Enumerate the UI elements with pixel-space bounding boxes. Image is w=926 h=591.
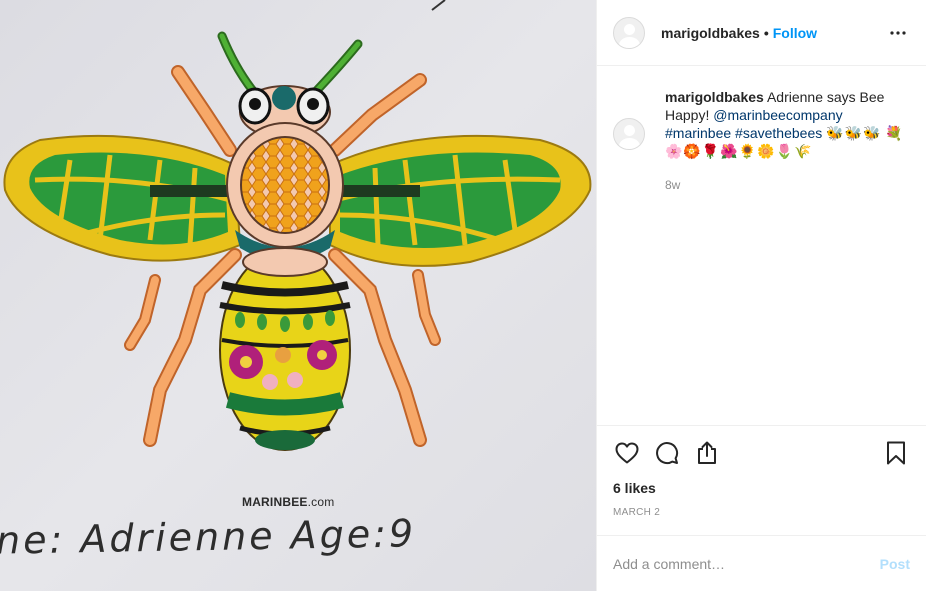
caption-timestamp[interactable]: 8w [665, 176, 905, 194]
separator-dot: • [763, 24, 769, 41]
bookmark-icon[interactable] [882, 439, 910, 467]
post-header: marigoldbakes • Follow [597, 0, 926, 66]
watermark-brand: MARINBEE [242, 495, 308, 509]
hashtag-link[interactable]: #savethebees [735, 125, 822, 141]
handwritten-name: ne: Adrienne Age:9 [0, 511, 417, 563]
action-bar [597, 425, 926, 479]
heart-icon[interactable] [613, 439, 641, 467]
post-button[interactable]: Post [880, 556, 910, 572]
avatar[interactable] [613, 118, 645, 150]
comment-icon[interactable] [653, 439, 681, 467]
caption-comment: marigoldbakes Adrienne says Bee Happy! @… [613, 88, 910, 194]
add-comment-bar: Post [597, 535, 926, 591]
comments-area: marigoldbakes Adrienne says Bee Happy! @… [597, 66, 926, 425]
share-icon[interactable] [693, 439, 721, 467]
follow-button[interactable]: Follow [773, 25, 817, 41]
post-image[interactable]: MARINBEE.com ne: Adrienne Age:9 [0, 0, 596, 591]
mention-link[interactable]: @marinbeecompany [713, 107, 842, 123]
likes-count[interactable]: 6 likes [597, 479, 926, 499]
emoji-text: 🐝🐝🐝 [826, 125, 882, 141]
watermark: MARINBEE.com [242, 495, 334, 509]
hashtag-link[interactable]: #marinbee [665, 125, 731, 141]
post-side-panel: marigoldbakes • Follow marigoldbakes Adr… [596, 0, 926, 591]
instagram-post: MARINBEE.com ne: Adrienne Age:9 marigold… [0, 0, 926, 591]
watermark-suffix: .com [307, 495, 335, 509]
post-date[interactable]: MARCH 2 [597, 499, 926, 525]
avatar[interactable] [613, 16, 645, 49]
more-horizontal-icon[interactable] [886, 21, 910, 45]
caption-body: marigoldbakes Adrienne says Bee Happy! @… [665, 88, 905, 194]
comment-input[interactable] [613, 555, 880, 572]
header-username[interactable]: marigoldbakes [661, 25, 760, 41]
caption-username[interactable]: marigoldbakes [665, 89, 764, 105]
